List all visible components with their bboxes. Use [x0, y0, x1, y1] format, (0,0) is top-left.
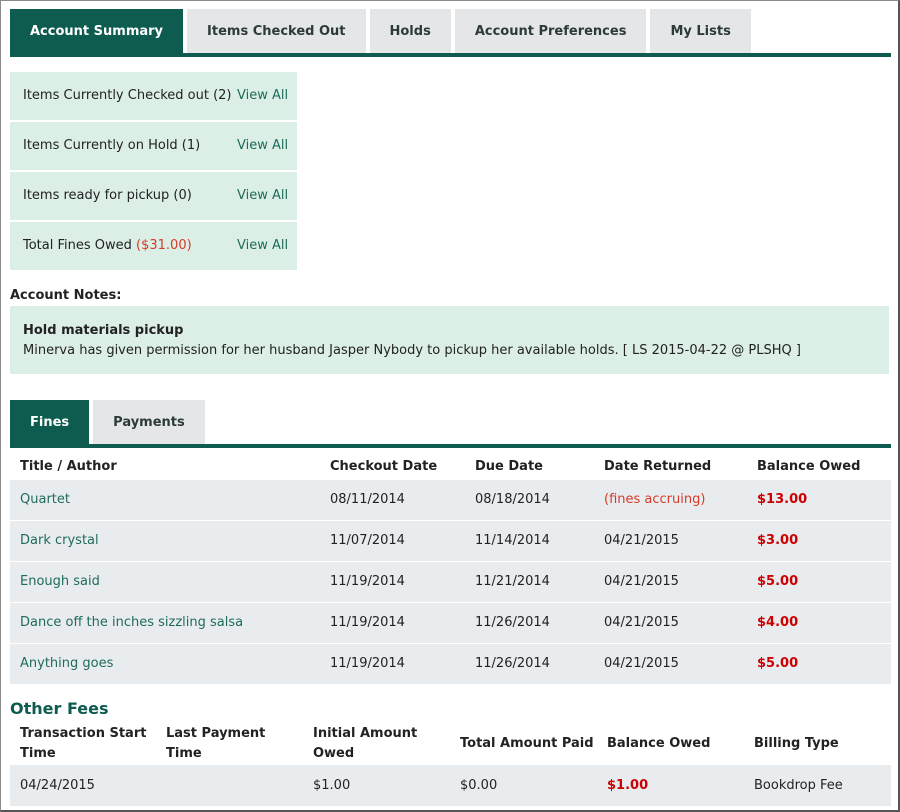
view-all-pickup-link[interactable]: View All — [237, 188, 288, 203]
summary-label: Total Fines Owed ($31.00) — [23, 238, 192, 253]
tab-my-lists[interactable]: My Lists — [650, 9, 751, 53]
balance-owed: $1.00 — [597, 765, 744, 806]
tab-items-checked-out[interactable]: Items Checked Out — [187, 9, 366, 53]
date-returned: 04/21/2015 — [594, 642, 747, 684]
view-all-checked-out-link[interactable]: View All — [237, 88, 288, 103]
tab-holds[interactable]: Holds — [369, 9, 451, 53]
transaction-start-time: 04/24/2015 — [10, 765, 156, 806]
summary-row-checked-out: Items Currently Checked out (2) View All — [10, 72, 297, 120]
checkout-date: 11/07/2014 — [320, 519, 465, 561]
column-header: Initial Amount Owed — [313, 726, 418, 761]
checkout-date: 08/11/2014 — [320, 478, 465, 520]
due-date: 11/26/2014 — [465, 601, 594, 643]
table-row: Anything goes 11/19/2014 11/26/2014 04/2… — [10, 642, 891, 684]
fines-total-amount: ($31.00) — [136, 238, 192, 253]
column-header: Date Returned — [604, 459, 712, 475]
table-row: Enough said 11/19/2014 11/21/2014 04/21/… — [10, 560, 891, 602]
balance-owed: $3.00 — [747, 519, 891, 561]
column-header: Balance Owed — [757, 459, 861, 475]
table-row: 04/24/2015 $1.00 $0.00 $1.00 Bookdrop Fe… — [10, 765, 891, 806]
note-title: Hold materials pickup — [23, 323, 184, 338]
other-fees-heading: Other Fees — [10, 699, 109, 718]
fines-tab-underline — [10, 444, 891, 448]
due-date: 11/21/2014 — [465, 560, 594, 602]
balance-owed: $5.00 — [747, 642, 891, 684]
view-all-fines-link[interactable]: View All — [237, 238, 288, 253]
summary-row-ready-pickup: Items ready for pickup (0) View All — [10, 172, 297, 220]
fines-label-text: Total Fines Owed — [23, 238, 137, 253]
tab-underline — [10, 53, 891, 57]
due-date: 11/14/2014 — [465, 519, 594, 561]
last-payment-time — [156, 765, 303, 806]
summary-label: Items Currently Checked out (2) — [23, 88, 232, 103]
note-text: Minerva has given permission for her hus… — [23, 343, 801, 358]
checkout-date: 11/19/2014 — [320, 642, 465, 684]
column-header: Transaction Start Time — [20, 726, 147, 761]
date-returned: 04/21/2015 — [594, 519, 747, 561]
checkout-date: 11/19/2014 — [320, 601, 465, 643]
account-notes-box: Hold materials pickup Minerva has given … — [10, 306, 889, 374]
table-row: Dance off the inches sizzling salsa 11/1… — [10, 601, 891, 643]
date-returned: 04/21/2015 — [594, 560, 747, 602]
total-amount-paid: $0.00 — [450, 765, 597, 806]
summary-row-fines: Total Fines Owed ($31.00) View All — [10, 222, 297, 270]
title-link[interactable]: Dark crystal — [20, 533, 99, 548]
due-date: 08/18/2014 — [465, 478, 594, 520]
balance-owed: $5.00 — [747, 560, 891, 602]
summary-label: Items ready for pickup (0) — [23, 188, 192, 203]
title-link[interactable]: Quartet — [20, 492, 70, 507]
due-date: 11/26/2014 — [465, 642, 594, 684]
fines-header-row: Title / Author Checkout Date Due Date Da… — [10, 455, 891, 479]
date-returned: 04/21/2015 — [594, 601, 747, 643]
date-returned: (fines accruing) — [594, 478, 747, 520]
checkout-date: 11/19/2014 — [320, 560, 465, 602]
column-header: Due Date — [475, 459, 543, 475]
column-header: Last Payment Time — [166, 726, 266, 761]
column-header: Checkout Date — [330, 459, 438, 475]
summary-label: Items Currently on Hold (1) — [23, 138, 201, 153]
account-page: Account Summary Items Checked Out Holds … — [0, 0, 900, 812]
account-notes-heading: Account Notes: — [10, 288, 122, 303]
initial-amount-owed: $1.00 — [303, 765, 450, 806]
balance-owed: $13.00 — [747, 478, 891, 520]
tab-payments[interactable]: Payments — [93, 400, 205, 444]
billing-type: Bookdrop Fee — [744, 765, 891, 806]
column-header: Billing Type — [754, 736, 839, 751]
title-link[interactable]: Anything goes — [20, 656, 113, 671]
title-link[interactable]: Enough said — [20, 574, 100, 589]
column-header: Title / Author — [20, 459, 117, 475]
tab-fines[interactable]: Fines — [10, 400, 90, 444]
fines-table: Title / Author Checkout Date Due Date Da… — [10, 455, 891, 684]
tab-account-summary[interactable]: Account Summary — [10, 9, 184, 53]
table-row: Dark crystal 11/07/2014 11/14/2014 04/21… — [10, 519, 891, 561]
title-link[interactable]: Dance off the inches sizzling salsa — [20, 615, 243, 630]
tab-account-preferences[interactable]: Account Preferences — [454, 9, 647, 53]
account-summary-panel: Items Currently Checked out (2) View All… — [10, 72, 297, 272]
account-tabs: Account Summary Items Checked Out Holds … — [10, 9, 751, 53]
other-fees-header-row: Transaction Start Time Last Payment Time… — [10, 723, 891, 765]
column-header: Balance Owed — [607, 736, 711, 751]
other-fees-table: Transaction Start Time Last Payment Time… — [10, 723, 891, 806]
fines-tabs: Fines Payments — [10, 400, 205, 444]
summary-row-on-hold: Items Currently on Hold (1) View All — [10, 122, 297, 170]
balance-owed: $4.00 — [747, 601, 891, 643]
column-header: Total Amount Paid — [460, 736, 594, 751]
table-row: Quartet 08/11/2014 08/18/2014 (fines acc… — [10, 478, 891, 520]
view-all-holds-link[interactable]: View All — [237, 138, 288, 153]
